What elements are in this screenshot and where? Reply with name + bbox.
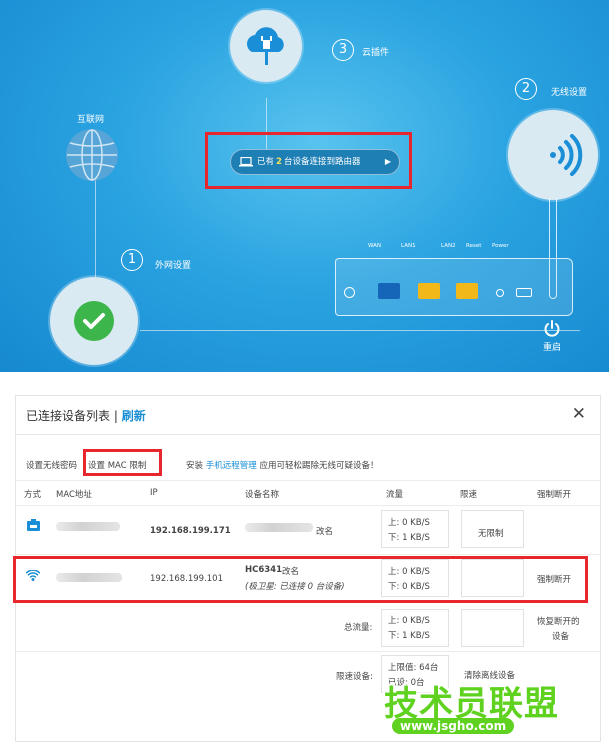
row-divider [16, 554, 600, 555]
highlight-box-device [13, 556, 588, 603]
limit-max: 上限值: 64台 [388, 663, 439, 673]
rename-link[interactable]: 改名 [316, 525, 333, 537]
col-speed-limit: 限速 [460, 490, 478, 500]
col-disconnect: 强制断开 [537, 490, 572, 500]
speed-limit-link[interactable]: 无限制 [478, 527, 504, 539]
mac-redacted [56, 522, 120, 531]
col-mac: MAC地址 [56, 490, 92, 500]
download-rate: 下: 1 KB/S [388, 533, 430, 543]
globe-icon [66, 129, 118, 181]
device-name-redacted [245, 523, 313, 532]
internet-label: 互联网 [77, 115, 105, 125]
wireless-password-link[interactable]: 设置无线密码 [26, 459, 77, 471]
refresh-link[interactable]: 刷新 [122, 409, 146, 423]
dialog-title: 已连接设备列表 | 刷新 [26, 407, 146, 424]
title-divider [16, 434, 600, 435]
reboot-label[interactable]: 重启 [543, 340, 561, 353]
wan-label[interactable]: 外网设置 [155, 258, 191, 271]
install-suffix: 应用可轻松踢除无线可疑设备！ [259, 461, 379, 471]
row-divider [16, 651, 600, 652]
lan2-port[interactable] [456, 283, 478, 299]
lan1-port[interactable] [418, 283, 440, 299]
watermark-url: www.jsgho.com [392, 718, 515, 734]
header-bottom-line [16, 505, 600, 506]
watermark: 技术员联盟 www.jsgho.com [380, 680, 600, 736]
power-icon[interactable] [543, 319, 561, 337]
cloud-plugin-circle[interactable] [230, 10, 302, 82]
router-panel [335, 258, 573, 316]
install-text: 安装 手机远程管理 应用可轻松踢除无线可疑设备！ [186, 459, 378, 471]
wireless-number: 2 [515, 78, 537, 100]
highlight-box-mac [83, 449, 162, 476]
col-ip: IP [150, 488, 158, 498]
device-ip: 192.168.199.171 [150, 526, 231, 536]
col-type: 方式 [24, 490, 42, 500]
port-label-power: Power [492, 243, 509, 249]
total-upload: 上: 0 KB/S [388, 616, 430, 626]
power-port [516, 288, 532, 297]
wifi-signal-icon [550, 134, 583, 176]
cloud-plugin-number: 3 [332, 39, 354, 61]
install-prefix: 安装 [186, 461, 204, 471]
limited-devices-label: 限速设备: [336, 672, 373, 682]
close-icon[interactable]: ✕ [572, 404, 586, 424]
col-traffic: 流量 [386, 490, 404, 500]
internet-line [95, 178, 96, 278]
check-icon [74, 301, 114, 341]
port-label-wan: WAN [368, 243, 382, 249]
restore-line2[interactable]: 设备 [552, 630, 569, 642]
header-top-line [16, 480, 600, 481]
wan-number: 1 [121, 249, 143, 271]
upload-rate: 上: 0 KB/S [388, 518, 430, 528]
wan-port[interactable] [378, 283, 400, 299]
port-label-lan2: LAN2 [441, 243, 456, 249]
restore-line1[interactable]: 恢复断开的 [537, 615, 580, 627]
router-dashboard: 3 云插件 互联网 已有 2 台设备连接到路由器 ▶ 2 无线设置 WAN LA… [0, 0, 609, 372]
wireless-label[interactable]: 无线设置 [551, 85, 587, 98]
wireless-circle[interactable] [508, 110, 598, 200]
cloud-plug-icon [247, 27, 284, 65]
port-label-reset: Reset [466, 243, 482, 249]
bottom-line [140, 330, 580, 331]
port-label-lan1: LAN1 [401, 243, 416, 249]
reset-hole [496, 289, 504, 297]
title-separator: | [113, 409, 118, 423]
cloud-plugin-label[interactable]: 云插件 [362, 45, 389, 58]
remote-app-link[interactable]: 手机远程管理 [206, 461, 257, 471]
col-device-name: 设备名称 [245, 490, 280, 500]
total-download: 下: 1 KB/S [388, 631, 430, 641]
total-traffic-label: 总流量: [344, 623, 373, 633]
power-jack [344, 287, 355, 298]
wan-status-circle[interactable] [50, 277, 138, 365]
limit-box [461, 609, 524, 647]
lan-icon [27, 519, 40, 531]
title-text: 已连接设备列表 [26, 409, 111, 423]
highlight-box-devices [205, 132, 412, 189]
